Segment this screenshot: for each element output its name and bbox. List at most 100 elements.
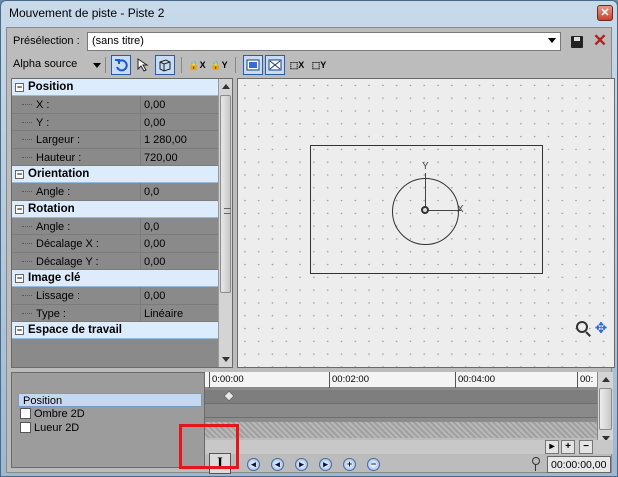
cursor-time-field[interactable]: 00:00:00,00 bbox=[547, 456, 611, 473]
category-position[interactable]: − Position bbox=[12, 79, 218, 96]
lock-y-button[interactable]: 🔒Y bbox=[209, 55, 229, 75]
property-row[interactable]: Lissage :0,00 bbox=[12, 287, 218, 305]
tick-label: 00: bbox=[580, 374, 594, 385]
motion-canvas[interactable]: Y X ✥ bbox=[237, 78, 615, 368]
edit-tool-button[interactable] bbox=[133, 55, 153, 75]
fit-frame-icon bbox=[268, 59, 282, 71]
property-row[interactable]: Largeur :1 280,00 bbox=[12, 131, 218, 149]
property-row[interactable]: Angle :0,0 bbox=[12, 183, 218, 201]
category-workspace[interactable]: − Espace de travail bbox=[12, 322, 218, 339]
lock-x-icon: 🔒X bbox=[188, 59, 206, 70]
window-title: Mouvement de piste - Piste 2 bbox=[9, 6, 165, 20]
timeline-hatched-area bbox=[205, 422, 597, 438]
origin-handle[interactable] bbox=[421, 206, 429, 214]
category-rotation[interactable]: − Rotation bbox=[12, 200, 218, 218]
preset-value: (sans titre) bbox=[92, 35, 144, 47]
y-axis-label: Y bbox=[422, 161, 429, 172]
collapse-icon[interactable]: − bbox=[15, 274, 24, 283]
property-row[interactable]: Type : Linéaire bbox=[12, 304, 218, 322]
track-row-ombre-2d[interactable]: Ombre 2D bbox=[18, 407, 202, 421]
keyframe-timeline[interactable]: 0:00:00 00:02:00 00:04:00 00: bbox=[205, 372, 597, 438]
zoom-icon[interactable] bbox=[576, 321, 588, 333]
aspect-frame-icon bbox=[246, 59, 260, 71]
ombre-2d-checkbox[interactable] bbox=[20, 408, 31, 419]
property-value[interactable]: 0,00 bbox=[140, 96, 218, 113]
last-keyframe-button[interactable]: ▸ bbox=[319, 458, 332, 471]
property-value[interactable]: 0,00 bbox=[140, 235, 218, 252]
floppy-disk-icon bbox=[571, 36, 583, 48]
close-button[interactable]: ✕ bbox=[597, 5, 613, 21]
edit-y-axis-button[interactable]: ⬚Y bbox=[309, 55, 329, 75]
add-keyframe-button[interactable]: + bbox=[343, 458, 356, 471]
properties-scrollbar[interactable] bbox=[218, 79, 232, 367]
collapse-icon[interactable]: − bbox=[15, 83, 24, 92]
collapse-icon[interactable]: − bbox=[15, 204, 24, 214]
rotate-tool-button[interactable] bbox=[111, 55, 131, 75]
preset-dropdown[interactable]: (sans titre) bbox=[87, 32, 561, 51]
previous-keyframe-button[interactable]: ◂ bbox=[271, 458, 284, 471]
property-value[interactable]: 1 280,00 bbox=[140, 131, 218, 148]
property-row[interactable]: Angle :0,0 bbox=[12, 217, 218, 235]
title-bar: Mouvement de piste - Piste 2 ✕ bbox=[1, 1, 617, 25]
keyframe-lane[interactable] bbox=[205, 404, 597, 418]
x-icon: ✕ bbox=[592, 31, 608, 50]
property-row[interactable]: X :0,00 bbox=[12, 96, 218, 114]
rotate-icon bbox=[115, 59, 128, 72]
tick-label: 00:02:00 bbox=[332, 374, 369, 385]
property-value[interactable]: Linéaire bbox=[140, 304, 218, 322]
property-value[interactable]: 0,0 bbox=[140, 217, 218, 235]
property-row[interactable]: Décalage Y :0,00 bbox=[12, 252, 218, 270]
toolbar-separator bbox=[105, 57, 106, 73]
cube-icon bbox=[159, 59, 171, 72]
category-keyframe[interactable]: − Image clé bbox=[12, 270, 218, 287]
property-value[interactable]: 720,00 bbox=[140, 148, 218, 166]
save-preset-button[interactable] bbox=[569, 34, 585, 50]
property-row[interactable]: Y :0,00 bbox=[12, 113, 218, 131]
timeline-horizontal-scrollbar[interactable]: ▸ + − bbox=[205, 440, 613, 454]
zoom-out-button[interactable]: − bbox=[579, 440, 593, 454]
track-row-lueur-2d[interactable]: Lueur 2D bbox=[18, 421, 202, 435]
track-row-position[interactable]: Position bbox=[18, 393, 202, 407]
keyframe-lane[interactable] bbox=[205, 390, 597, 404]
cursor-icon bbox=[137, 58, 149, 72]
chevron-down-icon[interactable] bbox=[93, 63, 101, 68]
lueur-2d-checkbox[interactable] bbox=[20, 422, 31, 433]
property-value[interactable]: 0,00 bbox=[140, 252, 218, 270]
timeline-vertical-scrollbar[interactable] bbox=[597, 372, 613, 446]
move-icon[interactable]: ✥ bbox=[594, 321, 608, 336]
property-value[interactable]: 0,00 bbox=[140, 287, 218, 304]
scroll-up-icon[interactable] bbox=[602, 377, 610, 382]
edit-x-axis-button[interactable]: ⬚X bbox=[287, 55, 307, 75]
collapse-icon[interactable]: − bbox=[15, 326, 24, 335]
tick-label: 00:04:00 bbox=[458, 374, 495, 385]
next-keyframe-button[interactable]: ▸ bbox=[295, 458, 308, 471]
first-keyframe-button[interactable]: ◂ bbox=[247, 458, 260, 471]
delete-preset-button[interactable]: ✕ bbox=[591, 32, 609, 50]
property-value[interactable]: 0,0 bbox=[140, 183, 218, 200]
keyframe-controls: I ◂ ◂ ▸ ▸ + − 00:00:00,00 bbox=[205, 453, 613, 474]
lock-x-button[interactable]: 🔒X bbox=[187, 55, 207, 75]
scroll-up-icon[interactable] bbox=[222, 84, 230, 89]
zoom-in-button[interactable]: + bbox=[561, 440, 575, 454]
scroll-thumb[interactable] bbox=[220, 95, 231, 293]
toolbar: Alpha source 🔒X 🔒Y ⬚X ⬚Y bbox=[7, 54, 613, 76]
property-row[interactable]: Décalage X :0,00 bbox=[12, 235, 218, 253]
3d-box-tool-button[interactable] bbox=[155, 55, 175, 75]
delete-keyframe-button[interactable]: − bbox=[367, 458, 380, 471]
preset-row: Présélection : (sans titre) ✕ bbox=[7, 32, 613, 52]
pin-icon[interactable] bbox=[531, 457, 540, 471]
property-value[interactable]: 0,00 bbox=[140, 113, 218, 131]
collapse-icon[interactable]: − bbox=[15, 170, 24, 179]
scroll-down-icon[interactable] bbox=[222, 357, 230, 362]
fit-frame-button[interactable] bbox=[265, 55, 285, 75]
scroll-thumb[interactable] bbox=[599, 388, 612, 430]
track-motion-window: Mouvement de piste - Piste 2 ✕ Présélect… bbox=[0, 0, 618, 477]
time-ruler[interactable]: 0:00:00 00:02:00 00:04:00 00: bbox=[205, 372, 597, 388]
property-row[interactable]: Hauteur :720,00 bbox=[12, 148, 218, 166]
scroll-right-button[interactable]: ▸ bbox=[545, 440, 559, 454]
category-orientation[interactable]: − Orientation bbox=[12, 166, 218, 183]
x-axis-line[interactable] bbox=[425, 210, 461, 211]
lock-y-icon: 🔒Y bbox=[210, 59, 228, 70]
prevent-stretch-button[interactable] bbox=[243, 55, 263, 75]
alpha-source-dropdown[interactable]: Alpha source bbox=[13, 58, 77, 70]
